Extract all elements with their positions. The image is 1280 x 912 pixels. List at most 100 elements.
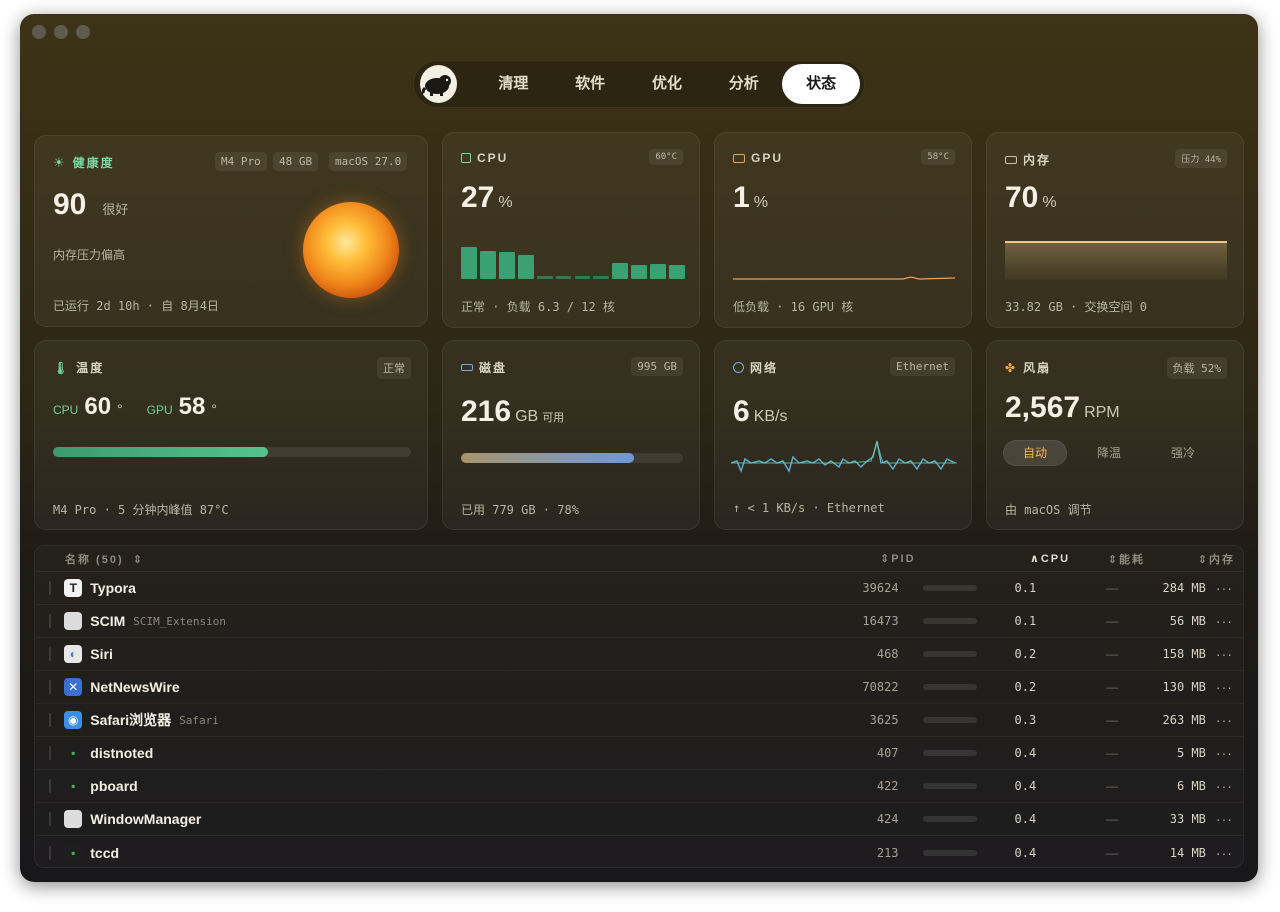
more-options-button[interactable]: ··· (1206, 580, 1243, 596)
disk-bar-track (461, 453, 683, 463)
more-options-button[interactable]: ··· (1206, 745, 1243, 761)
column-header-memory[interactable]: ⇕内存 (1145, 551, 1235, 567)
process-name: WindowManager (90, 811, 202, 827)
drag-handle[interactable] (35, 746, 64, 760)
column-header-energy[interactable]: ⇕能耗 (1075, 551, 1145, 567)
drag-handle[interactable] (35, 713, 64, 727)
app-icon: ▪ (64, 744, 83, 762)
table-row[interactable]: ▪ distnoted 407 0.4 — 5 MB ··· (35, 737, 1243, 770)
more-options-button[interactable]: ··· (1206, 613, 1243, 629)
process-energy: — (1106, 647, 1119, 661)
temperature-title: 🌡 温度 (53, 360, 105, 376)
app-icon: ◐ (64, 645, 83, 663)
process-pid: 422 (876, 779, 899, 793)
app-icon: ✕ (64, 678, 83, 696)
fan-icon: ✤ (1005, 360, 1018, 375)
more-options-button[interactable]: ··· (1206, 679, 1243, 695)
process-memory: 263 MB (1162, 713, 1206, 727)
process-name-cell: ◐ Siri (64, 645, 791, 663)
process-pid: 407 (876, 746, 899, 760)
table-row[interactable]: ▪ tccd 213 0.4 — 14 MB ··· (35, 836, 1243, 869)
more-options-button[interactable]: ··· (1206, 778, 1243, 794)
cpu-temp-degree: ° (117, 401, 123, 417)
table-row[interactable]: ✕ NetNewsWire 70822 0.2 — 130 MB ··· (35, 671, 1243, 704)
cpu-core-bar (574, 275, 591, 279)
tab-software[interactable]: 软件 (552, 64, 629, 104)
tab-optimize[interactable]: 优化 (629, 64, 706, 104)
cpu-mini-bar (899, 783, 1001, 789)
app-icon: ▪ (64, 777, 83, 795)
table-row[interactable]: WindowManager 424 0.4 — 33 MB ··· (35, 803, 1243, 836)
process-energy: — (1106, 713, 1119, 727)
process-cpu: 0.2 (1014, 680, 1037, 694)
process-pid: 16473 (862, 614, 899, 628)
process-name-cell: ✕ NetNewsWire (64, 678, 791, 696)
drag-handle[interactable] (35, 812, 64, 826)
process-pid: 39624 (862, 581, 899, 595)
cpu-core-bar (517, 254, 534, 279)
column-header-pid[interactable]: ⇕PID (810, 552, 920, 565)
cpu-mini-bar (899, 750, 1001, 756)
drag-handle[interactable] (35, 581, 64, 595)
process-name: NetNewsWire (90, 679, 180, 695)
process-name: Typora (90, 580, 136, 596)
process-cpu: 0.4 (1014, 779, 1037, 793)
fan-mode-max-button[interactable]: 强冷 (1151, 440, 1215, 466)
health-score: 90 很好 (53, 188, 129, 221)
process-memory: 5 MB (1176, 746, 1206, 760)
table-row[interactable]: ◉ Safari浏览器 Safari 3625 0.3 — 263 MB ··· (35, 704, 1243, 737)
window-controls (32, 25, 90, 39)
process-table: 名称 (50) ⇕ ⇕PID ∧CPU ⇕能耗 ⇕内存 T Typora 396… (34, 545, 1244, 868)
table-row[interactable]: T Typora 39624 0.1 — 284 MB ··· (35, 572, 1243, 605)
fan-mode-auto-button[interactable]: 自动 (1003, 440, 1067, 466)
drag-handle[interactable] (35, 845, 64, 860)
table-row[interactable]: SCIM SCIM_Extension 16473 0.1 — 56 MB ··… (35, 605, 1243, 638)
memory-usage: 70% (1005, 181, 1057, 214)
process-energy: — (1106, 746, 1119, 760)
drag-handle[interactable] (35, 614, 64, 628)
more-options-button[interactable]: ··· (1206, 845, 1243, 861)
tab-clean[interactable]: 清理 (475, 64, 552, 104)
fan-mode-cool-button[interactable]: 降温 (1077, 440, 1141, 466)
fan-load-badge: 负载 52% (1166, 357, 1227, 379)
zoom-window-button[interactable] (76, 25, 90, 39)
gpu-temp-badge: 58°C (921, 149, 955, 165)
process-name-cell: ▪ tccd (64, 843, 791, 862)
table-row[interactable]: ◐ Siri 468 0.2 — 158 MB ··· (35, 638, 1243, 671)
more-options-button[interactable]: ··· (1206, 646, 1243, 662)
sort-ascending-icon: ∧ (1029, 553, 1041, 565)
process-pid: 468 (876, 647, 899, 661)
table-row[interactable]: ▪ pboard 422 0.4 — 6 MB ··· (35, 770, 1243, 803)
process-subname: SCIM_Extension (133, 614, 226, 628)
column-header-cpu[interactable]: ∧CPU (1025, 552, 1075, 565)
process-memory: 6 MB (1176, 779, 1206, 793)
drag-handle[interactable] (35, 647, 64, 661)
drag-handle[interactable] (35, 680, 64, 694)
process-energy: — (1106, 614, 1119, 628)
process-energy: — (1106, 581, 1119, 595)
process-cpu: 0.1 (1014, 614, 1037, 628)
column-header-name[interactable]: 名称 (50) ⇕ (65, 551, 810, 567)
cpu-chip-icon (461, 153, 471, 163)
monitor-icon (733, 153, 745, 163)
tab-analyze[interactable]: 分析 (705, 64, 782, 104)
network-foot: ↑ < 1 KB/s · Ethernet (733, 501, 885, 515)
process-pid: 213 (876, 845, 899, 860)
minimize-window-button[interactable] (54, 25, 68, 39)
process-cpu: 0.1 (1014, 581, 1037, 595)
fan-speed: 2,567 RPM (1005, 391, 1120, 424)
more-options-button[interactable]: ··· (1206, 811, 1243, 827)
tab-status[interactable]: 状态 (782, 64, 860, 104)
cpu-mini-bar (899, 816, 1001, 822)
cpu-core-bar (631, 264, 648, 279)
memory-usage-graph (1005, 241, 1227, 279)
more-options-button[interactable]: ··· (1206, 712, 1243, 728)
cpu-usage: 27% (461, 181, 513, 214)
cpu-temp-label: CPU (53, 403, 79, 417)
close-window-button[interactable] (32, 25, 46, 39)
disk-foot: 已用 779 GB · 78% (461, 503, 579, 517)
cpu-core-bar (593, 275, 610, 279)
process-memory: 14 MB (1169, 845, 1206, 860)
drag-handle[interactable] (35, 779, 64, 793)
process-name-cell: WindowManager (64, 810, 791, 828)
